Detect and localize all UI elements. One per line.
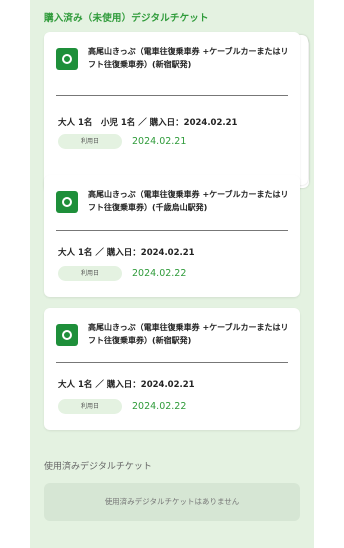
ticket-list-panel: 購入済み（未使用）デジタルチケット 高尾山きっぷ（電車往復乗車券 +ケーブルカー…: [30, 0, 314, 548]
ticket-card-3[interactable]: 高尾山きっぷ（電車往復乗車券 +ケーブルカーまたはリフト往復乗車券）(新宿駅発)…: [44, 308, 300, 430]
divider: [56, 95, 288, 96]
ticket-card-2[interactable]: 高尾山きっぷ（電車往復乗車券 +ケーブルカーまたはリフト往復乗車券）(千歳烏山駅…: [44, 175, 300, 297]
ticket-name: 高尾山きっぷ（電車往復乗車券 +ケーブルカーまたはリフト往復乗車券）(千歳烏山駅…: [88, 190, 289, 212]
ticket-icon: [56, 191, 78, 213]
divider: [56, 362, 288, 363]
ticket-summary: 大人 1名 小児 1名 ／ 購入日：2024.02.21: [58, 118, 238, 128]
used-tickets-empty-message: 使用済みデジタルチケットはありません: [44, 483, 300, 521]
ticket-name: 高尾山きっぷ（電車往復乗車券 +ケーブルカーまたはリフト往復乗車券）(新宿駅発): [88, 47, 289, 69]
use-date-label: 利用日: [58, 399, 122, 414]
ticket-name: 高尾山きっぷ（電車往復乗車券 +ケーブルカーまたはリフト往復乗車券）(新宿駅発): [88, 323, 289, 345]
purchased-section-title: 購入済み（未使用）デジタルチケット: [44, 13, 209, 24]
ticket-summary: 大人 1名 ／ 購入日：2024.02.21: [58, 248, 195, 258]
ticket-icon: [56, 48, 78, 70]
used-section-title: 使用済みデジタルチケット: [44, 462, 152, 472]
use-date-label: 利用日: [58, 266, 122, 281]
ticket-summary: 大人 1名 ／ 購入日：2024.02.21: [58, 380, 195, 390]
divider: [56, 230, 288, 231]
use-date: 2024.02.22: [132, 268, 187, 279]
use-date: 2024.02.21: [132, 136, 187, 147]
use-date-label: 利用日: [58, 134, 122, 149]
ticket-card-1[interactable]: 高尾山きっぷ（電車往復乗車券 +ケーブルカーまたはリフト往復乗車券）(新宿駅発)…: [44, 32, 300, 192]
use-date: 2024.02.22: [132, 401, 187, 412]
ticket-icon: [56, 324, 78, 346]
